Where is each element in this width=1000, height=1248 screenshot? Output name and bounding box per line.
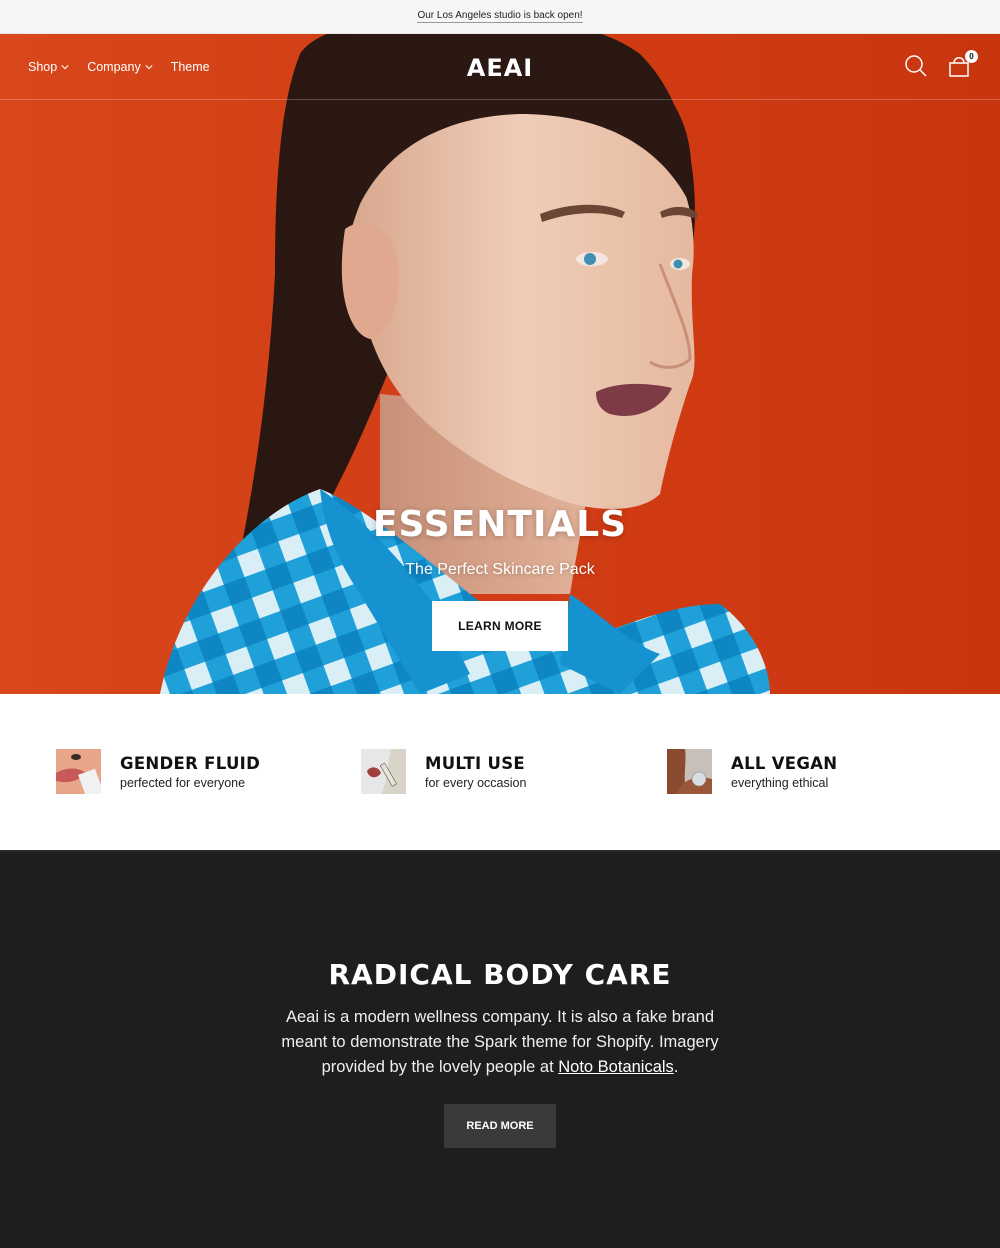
nav-item-company[interactable]: Company: [87, 60, 153, 74]
search-icon: [905, 55, 927, 77]
nav-label: Shop: [28, 60, 58, 74]
learn-more-button[interactable]: LEARN MORE: [432, 601, 568, 651]
search-button[interactable]: [904, 54, 928, 78]
about-text-end: .: [673, 1058, 679, 1076]
shoulder-cream-thumbnail: [667, 749, 712, 794]
announcement-link[interactable]: Our Los Angeles studio is back open!: [417, 10, 583, 23]
feature-subtitle: everything ethical: [731, 775, 829, 790]
feature-item: GENDER FLUID perfected for everyone: [56, 749, 260, 794]
feature-title: ALL VEGAN: [731, 753, 838, 773]
chevron-down-icon: [145, 65, 153, 70]
feature-item: MULTI USE for every occasion: [361, 749, 526, 794]
chevron-down-icon: [61, 65, 69, 70]
site-logo[interactable]: AEAI: [467, 54, 533, 82]
feature-subtitle: perfected for everyone: [120, 775, 246, 790]
nav-item-theme[interactable]: Theme: [171, 60, 210, 74]
noto-botanicals-link[interactable]: Noto Botanicals: [558, 1058, 674, 1076]
lips-product-thumbnail: [56, 749, 101, 794]
hero-content: ESSENTIALS The Perfect Skincare Pack LEA…: [0, 504, 1000, 651]
cart-button[interactable]: 0: [948, 50, 978, 78]
feature-title: GENDER FLUID: [120, 753, 261, 773]
about-section: RADICAL BODY CARE Aeai is a modern welln…: [0, 850, 1000, 1248]
feature-subtitle: for every occasion: [425, 775, 527, 790]
header-icons: 0: [904, 50, 978, 78]
lipstick-swatch-thumbnail: [361, 749, 406, 794]
announcement-bar: Our Los Angeles studio is back open!: [0, 0, 1000, 34]
hero-title: ESSENTIALS: [372, 504, 628, 545]
feature-title: MULTI USE: [425, 753, 525, 773]
main-nav: Shop Company Theme: [28, 34, 210, 100]
nav-label: Company: [87, 60, 141, 74]
feature-item: ALL VEGAN everything ethical: [667, 749, 837, 794]
about-text: Aeai is a modern wellness company. It is…: [265, 1005, 735, 1080]
read-more-button[interactable]: READ MORE: [444, 1104, 556, 1148]
site-header: Shop Company Theme AEAI 0: [0, 34, 1000, 100]
nav-label: Theme: [170, 60, 210, 74]
hero-subtitle: The Perfect Skincare Pack: [405, 561, 595, 578]
features-strip: GENDER FLUID perfected for everyone MULT…: [0, 694, 1000, 850]
cart-count-badge: 0: [965, 50, 978, 63]
nav-item-shop[interactable]: Shop: [28, 60, 69, 74]
hero-banner: Shop Company Theme AEAI 0 ESSENTIALS The…: [0, 34, 1000, 694]
about-title: RADICAL BODY CARE: [328, 958, 672, 991]
